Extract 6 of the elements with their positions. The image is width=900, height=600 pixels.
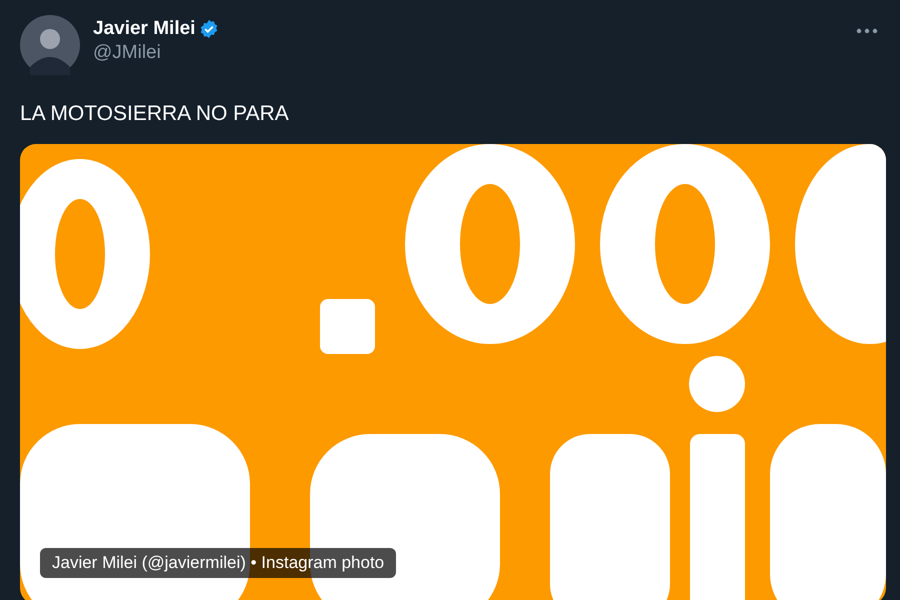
author-name[interactable]: Javier Milei [93, 17, 196, 41]
avatar-icon[interactable] [20, 15, 80, 75]
more-options-icon[interactable] [856, 28, 878, 34]
author-handle[interactable]: @JMilei [93, 41, 220, 65]
post-text: LA MOTOSIERRA NO PARA [19, 101, 290, 127]
image-caption: Javier Milei (@javiermilei) • Instagram photo [40, 548, 396, 578]
